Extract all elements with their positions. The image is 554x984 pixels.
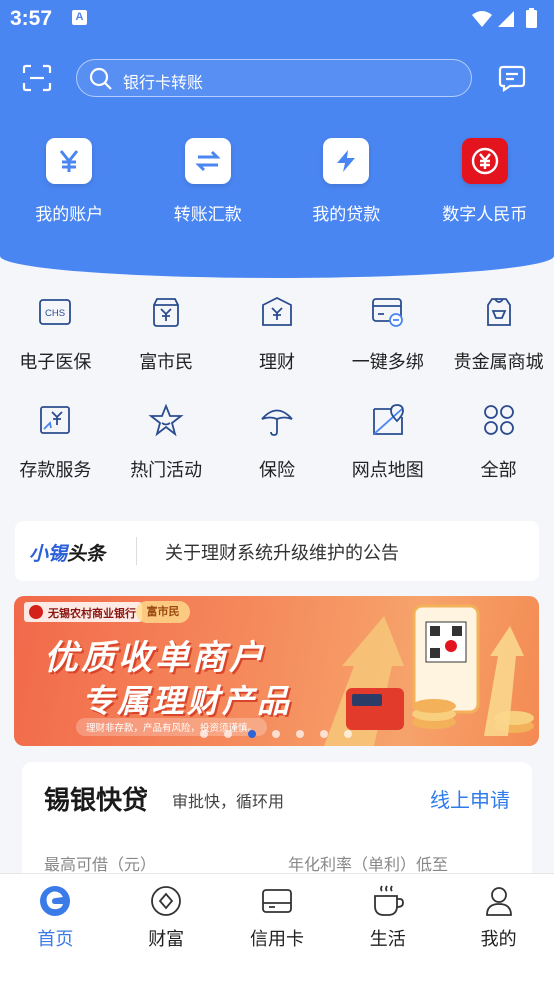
service-grid: CHS 电子医保 富市民 理财 一键多绑 贵金属商城 存款服务 热门活动 保险 … bbox=[0, 292, 554, 508]
tab-home[interactable]: 首页 bbox=[0, 874, 111, 984]
service-label: 存款服务 bbox=[19, 460, 92, 481]
service-label: 网点地图 bbox=[351, 460, 424, 481]
lightning-icon bbox=[323, 138, 370, 184]
pagination-dot[interactable] bbox=[296, 730, 304, 738]
deposit-icon bbox=[0, 400, 111, 440]
search-input[interactable]: 银行卡转账 bbox=[76, 59, 472, 97]
service-label: 保险 bbox=[258, 460, 295, 481]
pagination-dot[interactable] bbox=[344, 730, 352, 738]
signal-icon bbox=[498, 11, 514, 27]
transfer-arrows-icon bbox=[184, 138, 231, 184]
service-wealth[interactable]: 理财 bbox=[222, 292, 333, 400]
banner-headline-2: 专属理财产品 bbox=[82, 682, 293, 720]
user-icon bbox=[443, 884, 554, 918]
max-borrow-label: 最高可借（元） bbox=[44, 855, 157, 874]
service-label: 贵金属商城 bbox=[453, 352, 544, 373]
status-time: 3:57 bbox=[10, 7, 53, 30]
headline-brand-part2: 头条 bbox=[67, 543, 106, 565]
wealth-box-icon bbox=[222, 292, 333, 332]
promo-banner[interactable]: 无锡农村商业银行 富市民 优质收单商户 专属理财产品 理财非存款，产品有风险，投… bbox=[14, 596, 539, 746]
service-all[interactable]: 全部 bbox=[443, 400, 554, 508]
gold-bag-icon bbox=[443, 292, 554, 332]
star-icon bbox=[111, 400, 222, 440]
quick-action-label: 我的贷款 bbox=[312, 205, 381, 225]
tab-credit-card[interactable]: 信用卡 bbox=[222, 874, 333, 984]
battery-icon bbox=[526, 10, 537, 28]
message-icon[interactable] bbox=[498, 64, 526, 96]
pagination-dot[interactable] bbox=[272, 730, 280, 738]
service-label: 热门活动 bbox=[130, 460, 203, 481]
service-label: 全部 bbox=[480, 460, 517, 481]
svg-text:CHS: CHS bbox=[45, 308, 65, 319]
headline-brand-part1: 小锡 bbox=[29, 543, 68, 565]
medical-insurance-icon: CHS bbox=[0, 292, 111, 332]
quick-actions: 我的账户 转账汇款 我的贷款 数字人民币 bbox=[0, 138, 554, 225]
wallet-yen-icon bbox=[111, 292, 222, 332]
service-deposit[interactable]: 存款服务 bbox=[0, 400, 111, 508]
tab-label: 生活 bbox=[369, 929, 406, 950]
service-hot-events[interactable]: 热门活动 bbox=[111, 400, 222, 508]
umbrella-icon bbox=[222, 400, 333, 440]
credit-card-icon bbox=[222, 884, 333, 918]
loan-title: 锡银快贷 bbox=[44, 786, 149, 816]
tab-label: 财富 bbox=[148, 929, 185, 950]
pagination-dot[interactable] bbox=[320, 730, 328, 738]
card-link-icon bbox=[332, 292, 443, 332]
service-insurance[interactable]: 保险 bbox=[222, 400, 333, 508]
quick-action-my-loan[interactable]: 我的贷款 bbox=[277, 138, 416, 225]
home-logo-icon bbox=[0, 884, 111, 918]
yen-icon bbox=[46, 138, 93, 184]
digital-rmb-icon bbox=[461, 138, 508, 184]
service-fu-shimin[interactable]: 富市民 bbox=[111, 292, 222, 400]
system-icons bbox=[470, 8, 546, 34]
tab-wealth[interactable]: 财富 bbox=[111, 874, 222, 984]
wifi-icon bbox=[472, 11, 492, 27]
quick-action-label: 我的账户 bbox=[35, 205, 104, 225]
service-precious-metals[interactable]: 贵金属商城 bbox=[443, 292, 554, 400]
loan-subtitle: 审批快，循环用 bbox=[172, 792, 285, 811]
grid-circles-icon bbox=[443, 400, 554, 440]
notification-a-icon: A bbox=[72, 10, 87, 25]
status-bar: 3:57 A bbox=[0, 0, 554, 40]
quick-action-digital-rmb[interactable]: 数字人民币 bbox=[416, 138, 554, 225]
service-branch-map[interactable]: 网点地图 bbox=[332, 400, 443, 508]
headline-divider bbox=[136, 537, 137, 565]
service-label: 理财 bbox=[258, 352, 295, 373]
pagination-dot[interactable] bbox=[200, 730, 208, 738]
headline-text[interactable]: 关于理财系统升级维护的公告 bbox=[165, 539, 399, 565]
service-one-click-bind[interactable]: 一键多绑 bbox=[332, 292, 443, 400]
headline-bar[interactable]: 小锡头条 关于理财系统升级维护的公告 bbox=[15, 521, 539, 581]
map-pin-icon bbox=[332, 400, 443, 440]
tab-label: 首页 bbox=[37, 929, 74, 950]
quick-action-my-account[interactable]: 我的账户 bbox=[0, 138, 139, 225]
apply-online-link[interactable]: 线上申请 bbox=[430, 784, 510, 813]
search-row: 银行卡转账 bbox=[0, 56, 554, 100]
quick-action-label: 转账汇款 bbox=[173, 205, 242, 225]
service-label: 一键多绑 bbox=[351, 352, 424, 373]
partner-badge: 富市民 bbox=[136, 601, 190, 623]
service-medical-insurance[interactable]: CHS 电子医保 bbox=[0, 292, 111, 400]
quick-action-transfer[interactable]: 转账汇款 bbox=[139, 138, 278, 225]
search-icon bbox=[89, 67, 113, 95]
banner-pagination[interactable] bbox=[200, 730, 352, 738]
service-label: 富市民 bbox=[139, 352, 194, 373]
headline-brand: 小锡头条 bbox=[29, 539, 105, 566]
search-placeholder: 银行卡转账 bbox=[123, 73, 204, 92]
tab-life[interactable]: 生活 bbox=[332, 874, 443, 984]
wealth-icon bbox=[111, 884, 222, 918]
tab-mine[interactable]: 我的 bbox=[443, 874, 554, 984]
service-label: 电子医保 bbox=[19, 352, 92, 373]
bottom-tab-bar: 首页 财富 信用卡 生活 我的 bbox=[0, 873, 554, 984]
pagination-dot[interactable] bbox=[224, 730, 232, 738]
quick-action-label: 数字人民币 bbox=[442, 205, 528, 225]
scan-icon[interactable] bbox=[22, 64, 52, 96]
annual-rate-label: 年化利率（单利）低至 bbox=[288, 855, 449, 874]
banner-headline-1: 优质收单商户 bbox=[44, 638, 266, 678]
coffee-cup-icon bbox=[332, 884, 443, 918]
tab-label: 我的 bbox=[480, 929, 517, 950]
pagination-dot-active[interactable] bbox=[248, 730, 256, 738]
banner-illustration bbox=[324, 604, 534, 746]
tab-label: 信用卡 bbox=[249, 929, 304, 950]
bank-logo: 无锡农村商业银行 bbox=[24, 602, 142, 622]
